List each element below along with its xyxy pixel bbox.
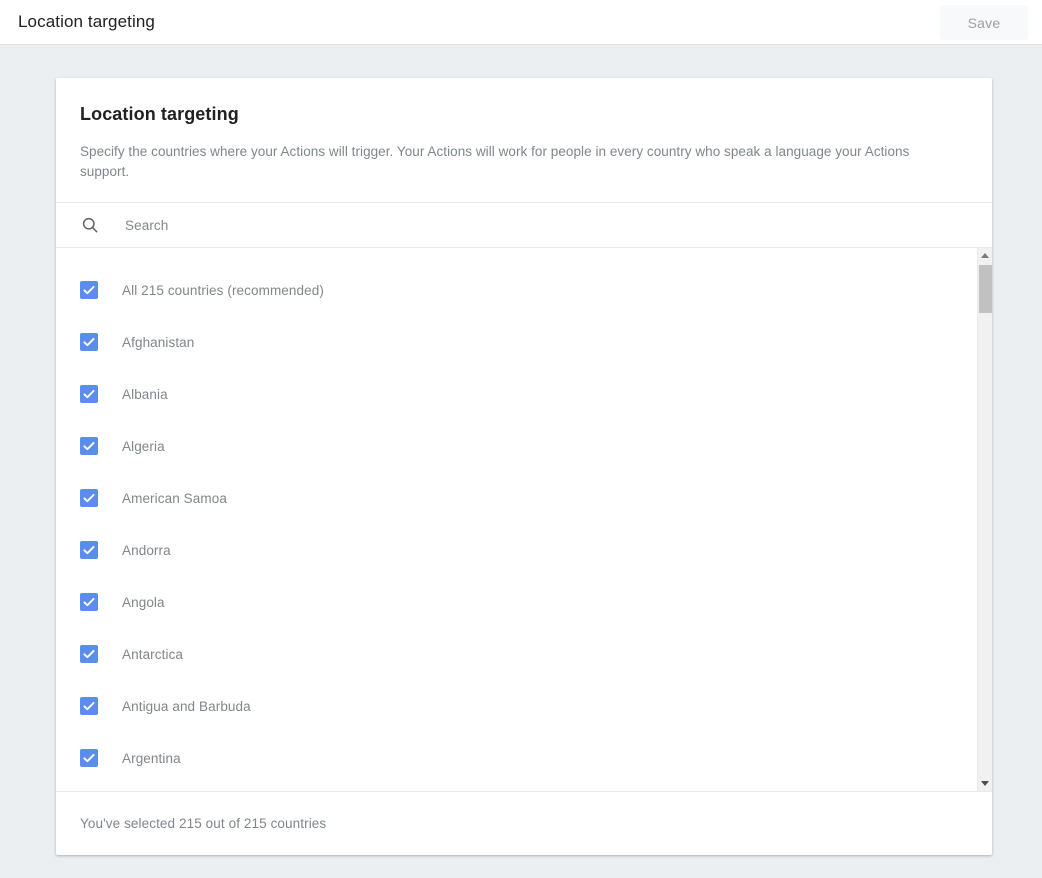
country-label: Andorra [122,543,171,558]
card-header: Location targeting Specify the countries… [56,78,992,203]
checkmark-icon [81,490,97,506]
checkmark-icon [81,282,97,298]
country-checkbox[interactable] [80,593,98,611]
country-list-item[interactable]: Andorra [56,524,992,576]
country-list-item[interactable]: Armenia [56,784,992,791]
checkmark-icon [81,646,97,662]
country-checkbox[interactable] [80,333,98,351]
checkmark-icon [81,542,97,558]
chevron-down-icon [981,781,989,786]
country-checkbox[interactable] [80,385,98,403]
selection-status-text: You've selected 215 out of 215 countries [80,816,326,831]
save-button[interactable]: Save [940,5,1028,40]
country-list-item[interactable]: Antigua and Barbuda [56,680,992,732]
country-list-item[interactable]: Albania [56,368,992,420]
checkmark-icon [81,698,97,714]
country-checkbox[interactable] [80,437,98,455]
checkmark-icon [81,594,97,610]
country-list-item[interactable]: Antarctica [56,628,992,680]
app-bar: Location targeting Save [0,0,1042,45]
scrollbar-down-arrow-button[interactable] [978,776,992,791]
checkmark-icon [81,386,97,402]
vertical-scrollbar[interactable] [977,248,992,791]
country-label: Antarctica [122,647,183,662]
country-list-item[interactable]: Angola [56,576,992,628]
country-label: Afghanistan [122,335,194,350]
country-label: American Samoa [122,491,227,506]
card-title: Location targeting [80,102,968,126]
country-label: All 215 countries (recommended) [122,283,324,298]
search-input[interactable] [123,217,823,234]
country-list-scroll-area[interactable]: All 215 countries (recommended) Afghanist… [56,248,992,791]
country-label: Algeria [122,439,165,454]
country-list-item[interactable]: American Samoa [56,472,992,524]
scrollbar-thumb[interactable] [979,265,992,313]
card-description: Specify the countries where your Actions… [80,142,960,182]
page-title: Location targeting [18,11,155,33]
country-label: Angola [122,595,165,610]
search-icon [80,215,100,235]
country-checkbox[interactable] [80,697,98,715]
country-label: Antigua and Barbuda [122,699,251,714]
country-list: All 215 countries (recommended) Afghanist… [56,248,992,791]
country-list-item[interactable]: Afghanistan [56,316,992,368]
country-list-item[interactable]: Algeria [56,420,992,472]
country-list-container: All 215 countries (recommended) Afghanist… [56,248,992,791]
country-label: Albania [122,387,168,402]
checkmark-icon [81,334,97,350]
location-targeting-card: Location targeting Specify the countries… [56,78,992,855]
checkmark-icon [81,750,97,766]
country-checkbox[interactable] [80,749,98,767]
country-checkbox[interactable] [80,281,98,299]
chevron-up-icon [981,253,989,258]
country-list-item[interactable]: All 215 countries (recommended) [56,264,992,316]
card-footer: You've selected 215 out of 215 countries [56,791,992,855]
search-row[interactable] [56,203,992,248]
country-list-item[interactable]: Argentina [56,732,992,784]
scrollbar-up-arrow-button[interactable] [978,248,992,263]
checkmark-icon [81,438,97,454]
country-checkbox[interactable] [80,541,98,559]
country-checkbox[interactable] [80,489,98,507]
country-checkbox[interactable] [80,645,98,663]
country-label: Argentina [122,751,181,766]
